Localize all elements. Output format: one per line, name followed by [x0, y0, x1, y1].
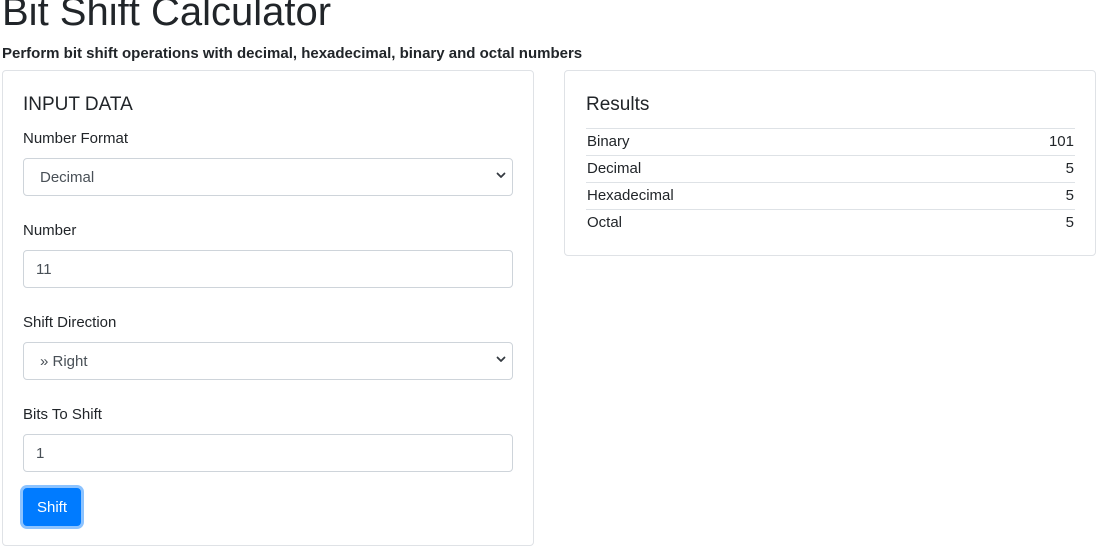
page-title: Bit Shift Calculator	[2, 0, 332, 34]
input-data-heading: INPUT DATA	[23, 94, 133, 115]
number-format-label: Number Format	[23, 130, 129, 147]
results-card: Results Binary 101 Decimal 5 Hexadecimal…	[564, 70, 1096, 256]
shift-direction-select[interactable]: » Right	[23, 342, 513, 380]
number-input-value: 11	[36, 260, 52, 278]
shift-direction-label: Shift Direction	[23, 314, 117, 331]
result-label: Hexadecimal	[586, 182, 961, 210]
chevron-down-icon	[496, 170, 506, 180]
bits-to-shift-value: 1	[36, 444, 45, 462]
result-label: Decimal	[586, 155, 961, 183]
result-label: Octal	[586, 209, 961, 237]
result-label: Binary	[586, 128, 961, 156]
number-input[interactable]: 11	[23, 250, 513, 288]
table-row: Binary 101	[586, 128, 1075, 156]
results-table: Binary 101 Decimal 5 Hexadecimal 5 Octal…	[586, 128, 1075, 237]
result-value: 101	[960, 128, 1075, 156]
bits-to-shift-input[interactable]: 1	[23, 434, 513, 472]
table-row: Decimal 5	[586, 155, 1075, 183]
table-row: Octal 5	[586, 209, 1075, 237]
result-value: 5	[960, 209, 1075, 237]
input-data-card: INPUT DATA Number Format Decimal Number …	[2, 70, 534, 546]
result-value: 5	[960, 182, 1075, 210]
number-format-select[interactable]: Decimal	[23, 158, 513, 196]
number-format-value: Decimal	[40, 168, 95, 186]
page-subtitle: Perform bit shift operations with decima…	[2, 45, 583, 62]
bits-to-shift-label: Bits To Shift	[23, 406, 102, 423]
results-heading: Results	[586, 94, 650, 115]
shift-direction-value: » Right	[40, 352, 88, 370]
number-label: Number	[23, 222, 77, 239]
shift-button[interactable]: Shift	[23, 488, 81, 526]
chevron-down-icon	[496, 354, 506, 364]
result-value: 5	[960, 155, 1075, 183]
table-row: Hexadecimal 5	[586, 182, 1075, 210]
